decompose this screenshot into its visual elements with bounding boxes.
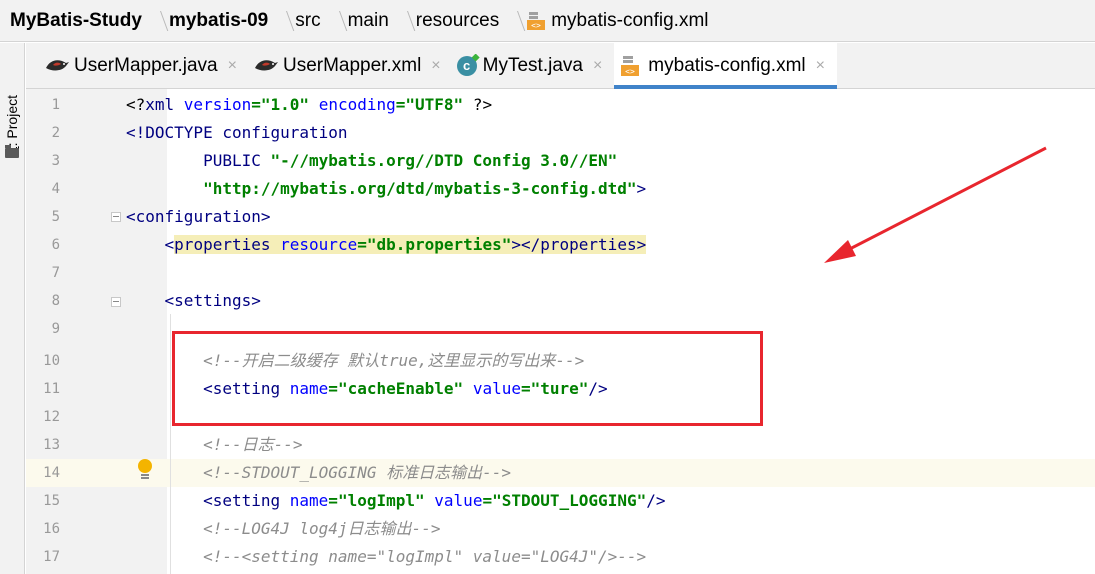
line-number: 2 <box>51 125 60 141</box>
line-number: 9 <box>51 321 60 337</box>
code-line: 10 <!--开启二级缓存 默认true,这里显示的写出来--> <box>26 347 1095 375</box>
code-text: <properties resource="db.properties"></p… <box>126 235 647 254</box>
tab-label: UserMapper.xml <box>282 54 422 76</box>
breadcrumb-item-src[interactable]: src <box>295 10 320 32</box>
code-text: <setting name="logImpl" value="STDOUT_LO… <box>203 491 666 510</box>
line-number: 8 <box>51 293 60 309</box>
line-number: 4 <box>51 181 60 197</box>
indent-guide <box>170 314 171 574</box>
breadcrumb-item-main[interactable]: main <box>348 10 389 32</box>
code-comment: <!--STDOUT_LOGGING 标准日志输出--> <box>126 463 511 482</box>
breadcrumb-separator <box>150 8 160 34</box>
code-text: <setting name="cacheEnable" value="ture"… <box>203 379 608 398</box>
code-comment: <!--开启二级缓存 默认true,这里显示的写出来--> <box>126 351 585 370</box>
breadcrumb-file-label: mybatis-config.xml <box>551 9 709 31</box>
fold-toggle-icon[interactable] <box>111 297 121 307</box>
breadcrumb-separator <box>329 8 339 34</box>
line-number: 10 <box>43 353 60 369</box>
code-line: 16 <!--LOG4J log4j日志输出--> <box>26 515 1095 543</box>
code-comment: <!--LOG4J log4j日志输出--> <box>126 519 441 538</box>
mybatis-bird-icon <box>253 54 278 78</box>
code-line: 13 <!--日志--> <box>26 431 1095 459</box>
line-number: 15 <box>43 493 60 509</box>
xml-file-icon: <> <box>618 54 642 78</box>
close-icon[interactable]: × <box>593 57 602 75</box>
line-number: 14 <box>43 465 60 481</box>
line-number: 6 <box>51 237 60 253</box>
line-number: 3 <box>51 153 60 169</box>
breadcrumb-item-project[interactable]: MyBatis-Study <box>10 10 142 32</box>
annotation-arrow-icon <box>824 146 1047 263</box>
breadcrumb: MyBatis-Study mybatis-09 src main resour… <box>0 0 1095 42</box>
breadcrumb-item-file[interactable]: <> mybatis-config.xml <box>526 9 709 32</box>
line-number: 11 <box>43 381 60 397</box>
code-comment: <!--日志--> <box>126 435 303 454</box>
close-icon[interactable]: × <box>431 57 440 75</box>
line-number: 16 <box>43 521 60 537</box>
project-tool-strip: 1: Project <box>0 43 25 574</box>
tab-usermapper-xml[interactable]: UserMapper.xml × <box>249 43 453 88</box>
mybatis-bird-icon <box>44 54 69 78</box>
svg-text:<>: <> <box>531 21 541 30</box>
code-text: PUBLIC "-//mybatis.org//DTD Config 3.0//… <box>126 151 618 170</box>
line-number: 7 <box>51 265 60 281</box>
code-text: <!DOCTYPE configuration <box>126 123 348 142</box>
breadcrumb-separator <box>397 8 407 34</box>
line-number: 5 <box>51 209 60 225</box>
line-number: 13 <box>43 437 60 453</box>
line-number: 17 <box>43 549 60 565</box>
tab-label: mybatis-config.xml <box>648 54 806 76</box>
code-line: 1 <?xml version="1.0" encoding="UTF8" ?> <box>26 91 1095 119</box>
code-line: 8 <settings> <box>26 287 1095 315</box>
close-icon[interactable]: × <box>816 57 825 75</box>
code-text: "http://mybatis.org/dtd/mybatis-3-config… <box>203 179 647 198</box>
xml-file-icon: <> <box>526 11 546 31</box>
editor-tab-bar: UserMapper.java × UserMapper.xml × c MyT… <box>26 43 1095 89</box>
code-line: 17 <!--<setting name="logImpl" value="LO… <box>26 543 1095 571</box>
code-text: <?xml version="1.0" encoding="UTF8" ?> <box>126 95 493 114</box>
breadcrumb-item-module[interactable]: mybatis-09 <box>169 10 268 32</box>
tab-label: MyTest.java <box>482 54 583 76</box>
code-comment: <!--<setting name="logImpl" value="LOG4J… <box>126 547 647 566</box>
tab-mybatis-config-xml[interactable]: <> mybatis-config.xml × <box>614 43 837 89</box>
lightbulb-icon[interactable] <box>138 459 152 476</box>
code-line: 15 <setting name="logImpl" value="STDOUT… <box>26 487 1095 515</box>
code-line: 9 <box>26 315 1095 343</box>
svg-text:<>: <> <box>625 67 635 76</box>
line-number: 1 <box>51 97 60 113</box>
close-icon[interactable]: × <box>228 57 237 75</box>
code-line-current: 14 <!--STDOUT_LOGGING 标准日志输出--> <box>26 459 1095 487</box>
code-line: 11 <setting name="cacheEnable" value="tu… <box>26 375 1095 403</box>
breadcrumb-item-resources[interactable]: resources <box>416 10 499 32</box>
breadcrumb-separator <box>276 8 286 34</box>
code-line: 12 <box>26 403 1095 431</box>
java-class-icon: c <box>456 55 477 76</box>
code-text: <settings> <box>126 291 261 310</box>
breadcrumb-separator <box>507 8 517 34</box>
fold-toggle-icon[interactable] <box>111 212 121 222</box>
code-text: <configuration> <box>126 207 271 226</box>
tab-label: UserMapper.java <box>74 54 218 76</box>
tab-mytest-java[interactable]: c MyTest.java × <box>453 43 615 88</box>
line-number: 12 <box>43 409 60 425</box>
folder-icon[interactable] <box>5 145 19 158</box>
tab-usermapper-java[interactable]: UserMapper.java × <box>40 43 249 88</box>
